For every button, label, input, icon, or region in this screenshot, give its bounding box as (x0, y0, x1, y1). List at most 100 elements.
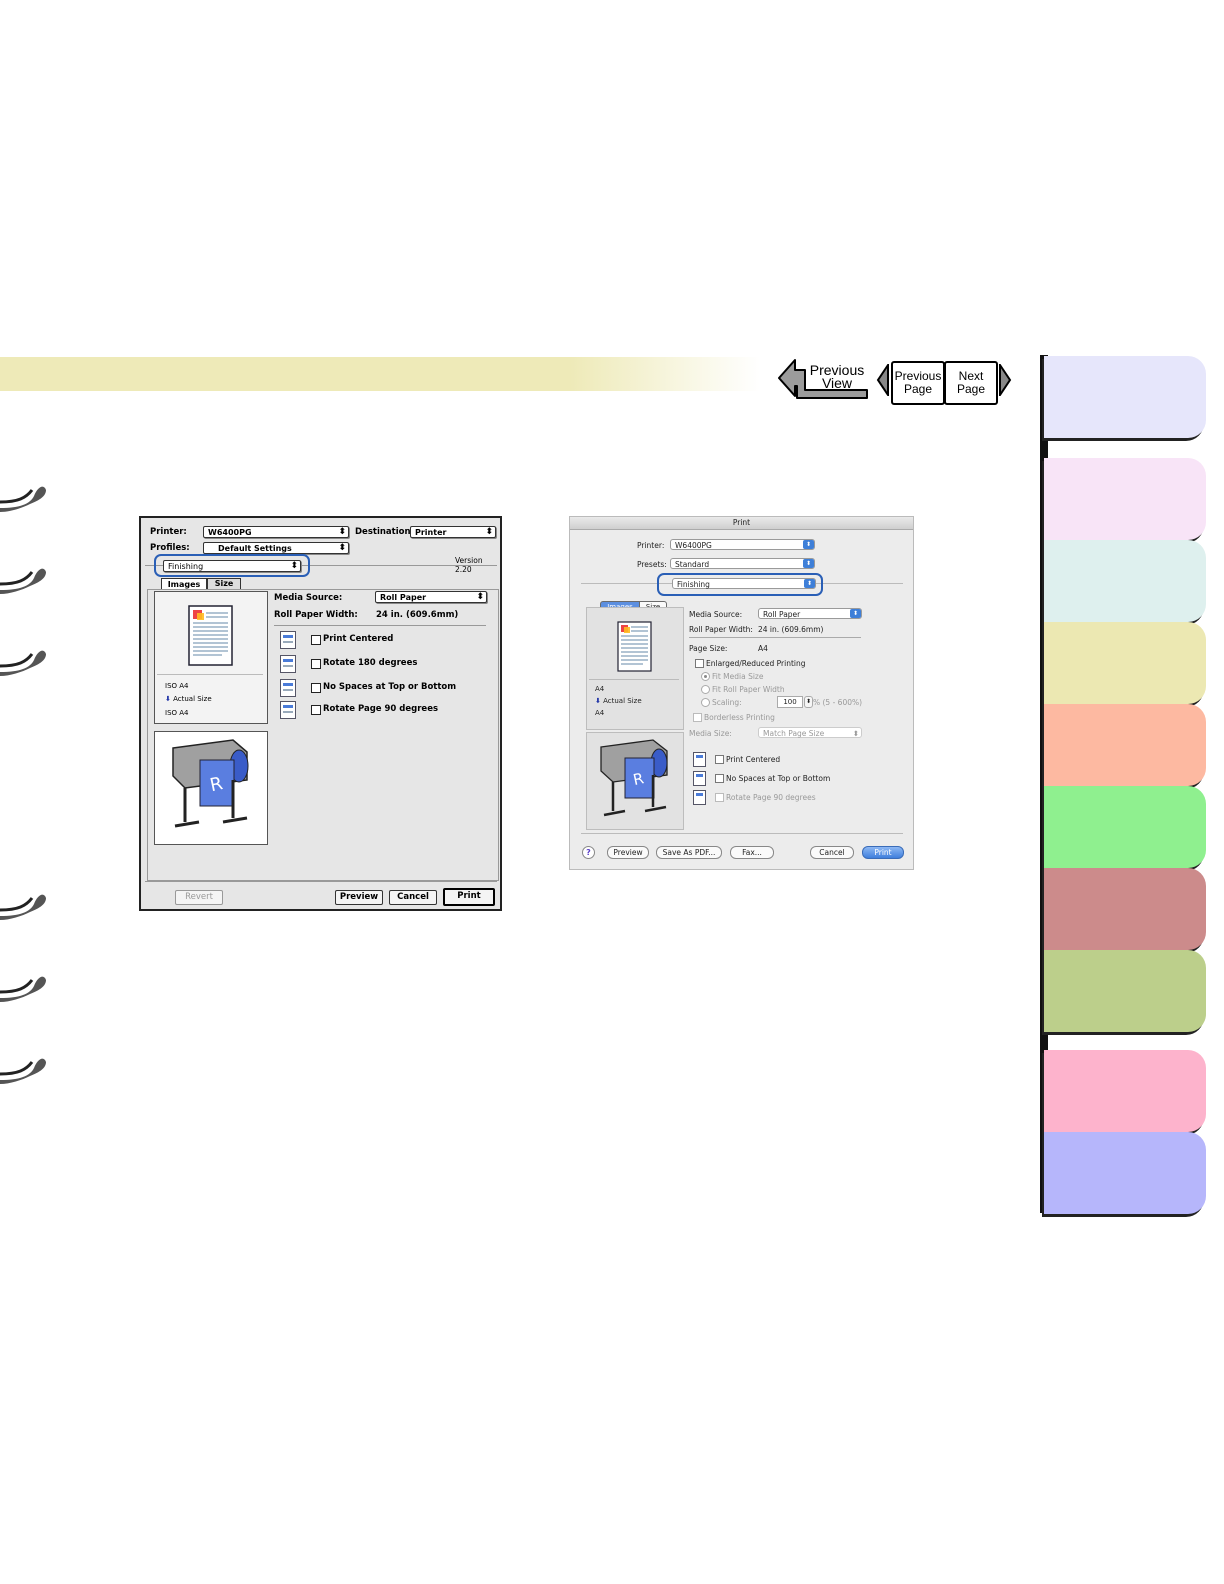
left-triangle-icon (876, 364, 889, 396)
binder-ring-icon (0, 568, 46, 594)
preview-line-3: A4 (595, 709, 605, 717)
binder-ring-icon (0, 1058, 46, 1084)
previous-page-button[interactable]: Previous Page (891, 361, 945, 405)
page-preview-box: ISO A4 ⬇ Actual Size ISO A4 (154, 591, 268, 724)
chapter-tab-7[interactable] (1044, 868, 1206, 950)
media-size-popup[interactable]: Match Page Size ⬍ (758, 727, 862, 738)
printer-image-box: R (154, 731, 268, 845)
fax-button[interactable]: Fax... (730, 846, 774, 859)
chapter-tab-1[interactable] (1044, 356, 1206, 438)
cancel-button[interactable]: Cancel (389, 890, 437, 905)
right-triangle-icon (999, 364, 1012, 396)
print-button[interactable]: Print (862, 846, 904, 859)
binder-ring-icon (0, 486, 46, 512)
scaling-stepper[interactable]: ⬍ (804, 696, 813, 708)
printer-illustration-icon: R (600, 739, 668, 817)
chapter-header-band (0, 357, 760, 391)
print-button[interactable]: Print (443, 888, 495, 906)
media-size-label: Media Size: (689, 729, 732, 738)
os9-print-dialog: Printer: W6400PG Destination: Printer Pr… (139, 516, 502, 911)
roll-width-label: Roll Paper Width: (689, 625, 753, 634)
profiles-label: Profiles: (150, 543, 190, 553)
preview-line-3: ISO A4 (165, 709, 189, 717)
tab-size[interactable]: Size (207, 578, 241, 589)
page-size-value: A4 (758, 644, 768, 653)
option-label-3: No Spaces at Top or Bottom (323, 682, 457, 692)
scaling-range-text: % (5 - 600%) (813, 698, 863, 707)
option-label-2: Rotate 180 degrees (323, 658, 418, 668)
chapter-tab-2[interactable] (1044, 458, 1206, 540)
binder-ring-icon (0, 976, 46, 1002)
no-spaces-icon (693, 771, 706, 786)
window-title: Print (570, 517, 913, 530)
option-checkbox-3[interactable] (311, 683, 321, 693)
preview-button[interactable]: Preview (335, 890, 383, 905)
printer-illustration-icon: R (172, 739, 249, 828)
binder-ring-icon (0, 650, 46, 676)
finishing-highlight (154, 554, 310, 577)
roll-width-value: 24 in. (609.6mm) (376, 610, 459, 620)
page-size-label: Page Size: (689, 644, 728, 653)
preview-button[interactable]: Preview (607, 846, 649, 859)
no-spaces-icon (280, 679, 296, 697)
destination-popup[interactable]: Printer (410, 526, 496, 538)
printer-image-box: R (586, 732, 684, 830)
option-checkbox-1[interactable] (311, 635, 321, 645)
rotate-180-icon (280, 655, 296, 673)
option-checkbox-3[interactable] (715, 793, 724, 802)
chapter-tab-9[interactable] (1044, 1050, 1206, 1132)
chapter-tab-8[interactable] (1044, 950, 1206, 1032)
previous-view-label-2: View (821, 375, 853, 391)
help-button[interactable]: ? (582, 846, 595, 859)
roll-width-label: Roll Paper Width: (274, 610, 358, 620)
fit-media-radio[interactable] (701, 672, 710, 681)
presets-label: Presets: (637, 560, 667, 569)
presets-popup-value: Standard (675, 560, 710, 569)
chapter-tab-10[interactable] (1044, 1132, 1206, 1214)
scaling-radio[interactable] (701, 698, 710, 707)
enlarged-checkbox[interactable] (695, 659, 704, 668)
option-checkbox-2[interactable] (715, 774, 724, 783)
page-preview-box: A4 ⬇ Actual Size A4 (586, 607, 684, 730)
page-thumbnail-icon (188, 605, 233, 666)
fit-media-label: Fit Media Size (712, 672, 764, 681)
destination-label: Destination: (355, 527, 414, 537)
next-page-button[interactable]: Next Page (944, 361, 998, 405)
printer-popup[interactable]: W6400PG (203, 526, 349, 538)
popup-arrows-icon: ⬍ (803, 540, 814, 549)
option-label-3: Rotate Page 90 degrees (726, 793, 816, 802)
profiles-popup[interactable]: Default Settings (203, 542, 349, 554)
option-checkbox-2[interactable] (311, 659, 321, 669)
down-arrow-icon: ⬇ (595, 697, 601, 705)
previous-view-button[interactable]: Previous View (775, 358, 870, 400)
print-centered-icon (280, 631, 296, 649)
borderless-checkbox[interactable] (693, 713, 702, 722)
preview-line-2: ⬇ Actual Size (165, 695, 212, 703)
page-thumbnail-icon (617, 621, 652, 672)
printer-popup[interactable]: W6400PG ⬍ (670, 539, 815, 550)
chapter-tab-4[interactable] (1044, 622, 1206, 704)
binder-ring-icon (0, 894, 46, 920)
save-as-pdf-button[interactable]: Save As PDF... (656, 846, 722, 859)
media-source-popup-value: Roll Paper (763, 610, 801, 619)
finishing-highlight (657, 573, 823, 596)
scaling-input[interactable]: 100 (777, 696, 803, 708)
media-source-label: Media Source: (274, 593, 343, 603)
media-source-popup[interactable]: Roll Paper ⬍ (758, 608, 862, 619)
option-label-2: No Spaces at Top or Bottom (726, 774, 831, 783)
option-checkbox-1[interactable] (715, 755, 724, 764)
print-centered-icon (693, 752, 706, 767)
media-source-label: Media Source: (689, 610, 743, 619)
printer-label: Printer: (637, 541, 665, 550)
chapter-tab-3[interactable] (1044, 540, 1206, 622)
cancel-button[interactable]: Cancel (810, 846, 854, 859)
media-source-popup[interactable]: Roll Paper (375, 591, 487, 603)
rotate-90-icon (693, 790, 706, 805)
revert-button[interactable]: Revert (175, 890, 223, 905)
chapter-tab-5[interactable] (1044, 704, 1206, 786)
chapter-tab-6[interactable] (1044, 786, 1206, 868)
fit-roll-radio[interactable] (701, 685, 710, 694)
option-checkbox-4[interactable] (311, 705, 321, 715)
osx-print-dialog: Print Printer: W6400PG ⬍ Presets: Standar… (569, 516, 914, 870)
presets-popup[interactable]: Standard ⬍ (670, 558, 815, 569)
